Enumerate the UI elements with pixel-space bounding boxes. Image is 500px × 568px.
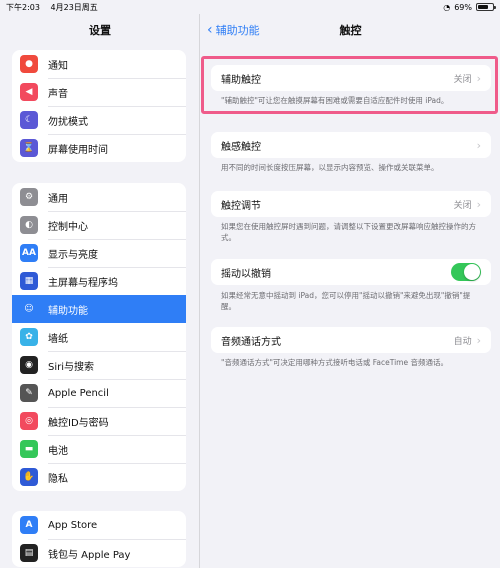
sidebar-item[interactable]: ✿ 墙纸 bbox=[12, 323, 186, 351]
sidebar-item[interactable]: ▦ 主屏幕与程序坞 bbox=[12, 267, 186, 295]
status-bar: 下午2:03 4月23日周五 ◔ 69% bbox=[0, 0, 500, 14]
sidebar-item[interactable]: ◐ 控制中心 bbox=[12, 211, 186, 239]
battery-level-fill bbox=[478, 5, 488, 9]
sidebar-item[interactable]: ◎ 触控ID与密码 bbox=[12, 407, 186, 435]
status-date: 4月23日周五 bbox=[50, 2, 98, 12]
row-label: 触感触控 bbox=[221, 141, 261, 153]
shake-to-undo-toggle[interactable] bbox=[451, 263, 481, 281]
row-value: 关闭 bbox=[453, 200, 472, 211]
sidebar-item-label: 通知 bbox=[48, 60, 68, 72]
sidebar-item-label: 显示与亮度 bbox=[48, 249, 98, 261]
sidebar-item[interactable]: ⚙ 通用 bbox=[12, 183, 186, 211]
sidebar-item[interactable]: A App Store bbox=[12, 511, 186, 539]
call-audio-routing-row[interactable]: 音频通话方式 自动 › bbox=[211, 327, 491, 353]
touch-settings-pane: ‹ 辅助功能 触控 辅助触控 关闭 › "辅助触控"可让您在触摸屏幕有困难或需要自… bbox=[201, 14, 500, 568]
sidebar-item[interactable]: ▬ 电池 bbox=[12, 435, 186, 463]
sidebar-group-3: A App Store ▤ 钱包与 Apple Pay bbox=[12, 511, 186, 567]
speaker-icon: ◀ bbox=[20, 83, 38, 101]
chevron-right-icon: › bbox=[476, 333, 481, 347]
pencil-icon: ✎ bbox=[20, 384, 38, 402]
wallet-icon: ▤ bbox=[20, 544, 38, 562]
moon-icon: ☾ bbox=[20, 111, 38, 129]
fingerprint-icon: ◎ bbox=[20, 412, 38, 430]
battery-percent: 69% bbox=[454, 2, 472, 12]
toggles-icon: ◐ bbox=[20, 216, 38, 234]
sidebar-item[interactable]: ☺ 辅助功能 bbox=[12, 295, 186, 323]
row-description: 用不同的时间长度按压屏幕，以显示内容预览、操作或关联菜单。 bbox=[221, 163, 439, 172]
haptic-touch-row[interactable]: 触感触控 › bbox=[211, 132, 491, 158]
sidebar-item[interactable]: ✋ 隐私 bbox=[12, 463, 186, 491]
aa-icon: AA bbox=[20, 244, 38, 262]
sidebar-item[interactable]: ✎ Apple Pencil bbox=[12, 379, 186, 407]
row-description: "音频通话方式"可决定用哪种方式接听电话或 FaceTime 音频通话。 bbox=[221, 358, 448, 367]
sidebar-item[interactable]: ☾ 勿扰模式 bbox=[12, 106, 186, 134]
row-description: 如果经常无意中摇动到 iPad，您可以停用"摇动以撤销"来避免出现"撤销"提醒。 bbox=[221, 291, 471, 311]
sidebar-item-label: App Store bbox=[48, 519, 98, 531]
status-time: 下午2:03 bbox=[6, 2, 40, 12]
wifi-icon: ◔ bbox=[443, 2, 451, 12]
row-label: 摇动以撤销 bbox=[221, 268, 271, 280]
status-left: 下午2:03 4月23日周五 bbox=[6, 2, 106, 13]
accessibility-icon: ☺ bbox=[20, 300, 38, 318]
siri-icon: ◉ bbox=[20, 356, 38, 374]
highlight-box bbox=[201, 56, 498, 114]
sidebar-item-label: 墙纸 bbox=[48, 333, 68, 345]
sidebar-item[interactable]: ◀ 声音 bbox=[12, 78, 186, 106]
sidebar-group-1: ● 通知 ◀ 声音 ☾ 勿扰模式 ⌛ 屏幕使用时间 bbox=[12, 50, 186, 162]
sidebar-item-label: 主屏幕与程序坞 bbox=[48, 277, 118, 289]
sidebar-item-label: 辅助功能 bbox=[48, 305, 88, 317]
touch-accommodations-row[interactable]: 触控调节 关闭 › bbox=[211, 191, 491, 217]
sidebar-group-2: ⚙ 通用 ◐ 控制中心 AA 显示与亮度 ▦ 主屏幕与程序坞 ☺ 辅助功能 ✿ 墙纸 ◉ Siri与搜索 ✎… bbox=[12, 183, 186, 491]
sidebar-item-label: 电池 bbox=[48, 445, 68, 457]
row-label: 音频通话方式 bbox=[221, 336, 281, 348]
hand-icon: ✋ bbox=[20, 468, 38, 486]
hourglass-icon: ⌛ bbox=[20, 139, 38, 157]
sidebar-item[interactable]: ◉ Siri与搜索 bbox=[12, 351, 186, 379]
sidebar-item[interactable]: AA 显示与亮度 bbox=[12, 239, 186, 267]
sidebar-item-label: 通用 bbox=[48, 193, 68, 205]
sidebar-item[interactable]: ⌛ 屏幕使用时间 bbox=[12, 134, 186, 162]
gear-icon: ⚙ bbox=[20, 188, 38, 206]
bell-icon: ● bbox=[20, 55, 38, 73]
chevron-right-icon: › bbox=[476, 138, 481, 152]
sidebar-item-label: 声音 bbox=[48, 88, 68, 100]
battery-icon: ▬ bbox=[20, 440, 38, 458]
row-label: 触控调节 bbox=[221, 200, 261, 212]
sidebar-item-label: 钱包与 Apple Pay bbox=[48, 549, 131, 561]
sidebar-item-label: 控制中心 bbox=[48, 221, 88, 233]
sidebar-item-label: 屏幕使用时间 bbox=[48, 144, 108, 156]
sidebar-item[interactable]: ● 通知 bbox=[12, 50, 186, 78]
row-value: 自动 bbox=[453, 336, 472, 347]
settings-sidebar: 设置 ● 通知 ◀ 声音 ☾ 勿扰模式 ⌛ 屏幕使用时间 ⚙ 通用 ◐ 控制中心 AA 显示与亮度 ▦ 主屏… bbox=[0, 14, 200, 568]
sidebar-item-label: 隐私 bbox=[48, 473, 68, 485]
sidebar-item-label: Siri与搜索 bbox=[48, 361, 95, 373]
appstore-icon: A bbox=[20, 516, 38, 534]
sidebar-item-label: 勿扰模式 bbox=[48, 116, 88, 128]
flower-icon: ✿ bbox=[20, 328, 38, 346]
status-right: ◔ 69% bbox=[443, 2, 496, 12]
grid-icon: ▦ bbox=[20, 272, 38, 290]
sidebar-item[interactable]: ▤ 钱包与 Apple Pay bbox=[12, 539, 186, 567]
battery-icon bbox=[476, 3, 496, 11]
sidebar-item-label: 触控ID与密码 bbox=[48, 417, 109, 429]
chevron-right-icon: › bbox=[476, 197, 481, 211]
sidebar-title: 设置 bbox=[89, 24, 111, 37]
shake-to-undo-row: 摇动以撤销 bbox=[211, 259, 491, 285]
sidebar-item-label: Apple Pencil bbox=[48, 387, 109, 399]
page-title: 触控 bbox=[339, 24, 362, 37]
row-description: 如果您在使用触控屏时遇到问题，请调整以下设置更改屏幕响应触控操作的方式。 bbox=[221, 222, 476, 242]
